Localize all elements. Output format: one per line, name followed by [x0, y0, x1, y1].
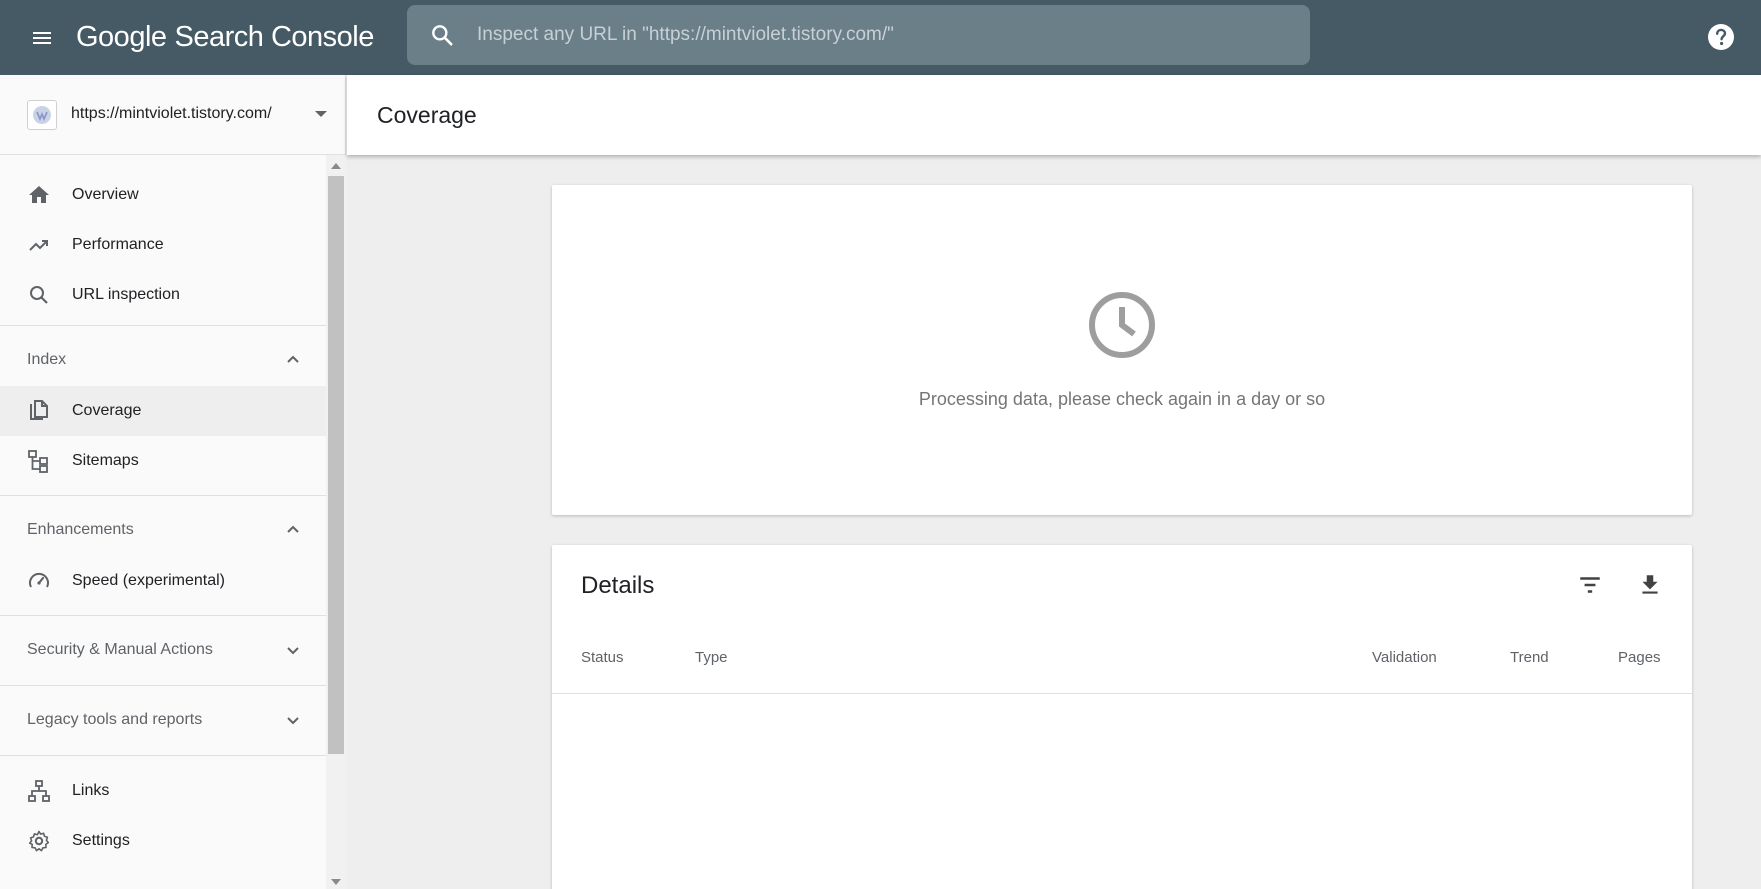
sidebar-item-label: Coverage [72, 402, 142, 419]
product-logo[interactable]: Google Search Console [76, 16, 374, 58]
section-label: Legacy tools and reports [27, 711, 203, 728]
filter-button[interactable] [1572, 567, 1608, 603]
sidebar-item-speed[interactable]: Speed (experimental) [0, 556, 326, 606]
scroll-up-arrow-icon[interactable] [331, 163, 341, 169]
brand-product: Search Console [174, 20, 375, 53]
chevron-up-icon [287, 525, 299, 533]
links-icon [27, 779, 51, 803]
file-copy-icon [27, 399, 51, 423]
property-selector[interactable]: https://mintviolet.tistory.com/ [0, 75, 346, 155]
column-header-pages[interactable]: Pages [1618, 649, 1661, 666]
sidebar-scrollbar[interactable] [326, 155, 346, 889]
scrollbar-thumb[interactable] [328, 176, 344, 754]
globe-icon [33, 106, 51, 124]
search-input[interactable] [477, 5, 1310, 65]
column-header-trend[interactable]: Trend [1510, 649, 1549, 666]
processing-message: Processing data, please check again in a… [918, 389, 1326, 409]
page-title: Coverage [377, 102, 477, 128]
sidebar-item-label: Performance [72, 236, 164, 253]
page-header: Coverage [347, 75, 1761, 155]
sidebar-item-label: Links [72, 782, 110, 799]
section-header-security[interactable]: Security & Manual Actions [0, 616, 326, 684]
section-header-index[interactable]: Index [0, 326, 326, 394]
chevron-down-icon [287, 717, 299, 725]
help-button[interactable] [1706, 22, 1736, 52]
clock-icon [1089, 292, 1155, 358]
sidebar-item-label: Speed (experimental) [72, 572, 225, 589]
section-header-legacy[interactable]: Legacy tools and reports [0, 686, 326, 754]
column-header-status[interactable]: Status [581, 649, 624, 666]
section-header-enhancements[interactable]: Enhancements [0, 496, 326, 564]
hamburger-menu-icon [33, 32, 51, 44]
scroll-down-arrow-icon[interactable] [331, 879, 341, 885]
sidebar-item-settings[interactable]: Settings [0, 816, 326, 866]
download-icon [1642, 575, 1658, 594]
sidebar-item-coverage[interactable]: Coverage [0, 386, 326, 436]
speedometer-icon [27, 569, 51, 593]
section-label: Index [27, 351, 67, 368]
column-header-validation[interactable]: Validation [1372, 649, 1437, 666]
column-header-type[interactable]: Type [695, 649, 728, 666]
chevron-down-icon [287, 647, 299, 655]
sidebar-item-label: URL inspection [72, 286, 180, 303]
section-label: Security & Manual Actions [27, 641, 213, 658]
sidebar: https://mintviolet.tistory.com/ Overview… [0, 75, 346, 889]
url-inspection-search [407, 5, 1310, 65]
top-app-bar: Google Search Console [0, 0, 1761, 75]
sidebar-item-overview[interactable]: Overview [0, 170, 326, 220]
help-icon [1708, 24, 1734, 50]
section-label: Enhancements [27, 521, 134, 538]
chevron-up-icon [287, 355, 299, 363]
sidebar-item-performance[interactable]: Performance [0, 220, 326, 270]
details-title: Details [581, 572, 655, 599]
main-menu-button[interactable] [22, 18, 62, 58]
sidebar-item-url-inspection[interactable]: URL inspection [0, 270, 326, 320]
gear-icon [27, 829, 51, 853]
sidebar-item-label: Overview [72, 186, 139, 203]
sidebar-nav: Overview Performance URL inspection Inde… [0, 155, 326, 889]
sidebar-item-links[interactable]: Links [0, 766, 326, 816]
home-icon [27, 183, 51, 207]
table-header-divider [552, 693, 1692, 694]
sidebar-divider [0, 755, 326, 756]
brand-google: Google [76, 20, 167, 53]
coverage-chart-card: Processing data, please check again in a… [552, 185, 1692, 515]
trending-up-icon [27, 233, 51, 257]
download-button[interactable] [1632, 567, 1668, 603]
sidebar-item-label: Settings [72, 832, 130, 849]
search-icon [27, 283, 51, 307]
sitemap-icon [27, 449, 51, 473]
property-url: https://mintviolet.tistory.com/ [71, 105, 272, 122]
dropdown-caret-icon [315, 111, 327, 117]
property-favicon [27, 100, 57, 130]
sidebar-item-sitemaps[interactable]: Sitemaps [0, 436, 326, 486]
filter-icon [1580, 577, 1600, 593]
search-button[interactable] [407, 5, 477, 65]
search-icon [432, 25, 453, 46]
sidebar-item-label: Sitemaps [72, 452, 139, 469]
details-card: Details Status Type Validation Trend Pag… [552, 545, 1692, 889]
